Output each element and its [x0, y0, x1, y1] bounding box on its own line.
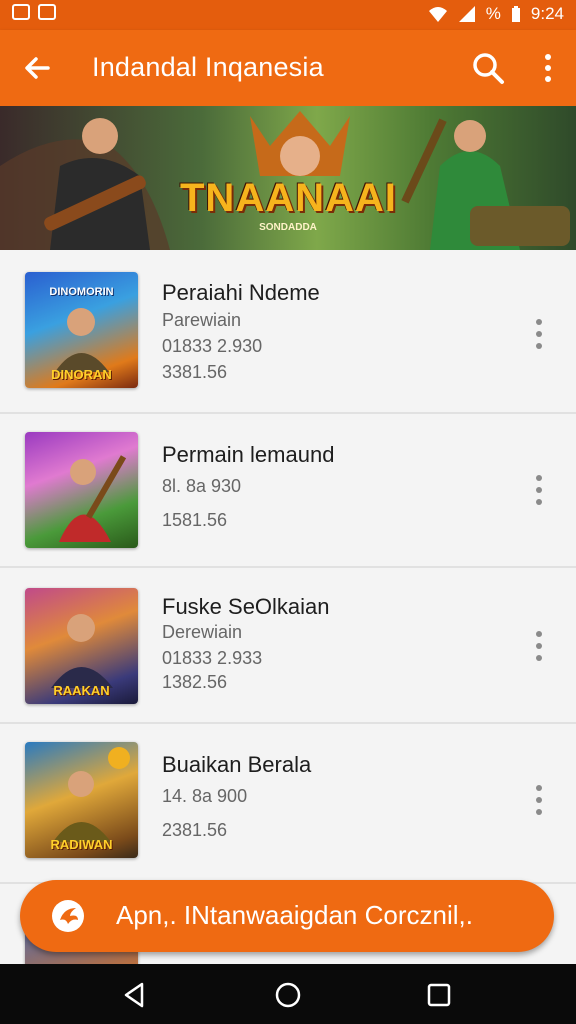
status-bar: % 9:24 [0, 0, 576, 30]
item-size: 1382.56 [162, 672, 228, 692]
more-vert-icon[interactable] [530, 48, 566, 88]
mail-icon [38, 4, 56, 20]
banner-logo: TNAANAAI [180, 176, 397, 220]
recents-square-icon[interactable] [424, 980, 454, 1010]
item-more-icon[interactable] [528, 472, 550, 508]
item-developer: Parewiain [162, 310, 242, 330]
item-title: Fuske SeOlkaian [162, 594, 330, 619]
item-meta: 01833 2.933 [162, 648, 263, 668]
app-logo-icon [52, 900, 84, 932]
list-item[interactable]: RADIWAN Buaikan Berala 14. 8a 900 2381.5… [0, 724, 576, 884]
battery-percent: % [485, 4, 501, 23]
item-meta: 01833 2.930 [162, 336, 263, 356]
item-more-icon[interactable] [528, 782, 550, 818]
wifi-icon [428, 7, 447, 22]
game-thumbnail: RADIWAN [25, 742, 138, 858]
notification-icon [12, 4, 30, 20]
item-size: 1581.56 [162, 510, 228, 530]
list-item[interactable]: RAAKAN Fuske SeOlkaian Derewiain 01833 2… [0, 568, 576, 724]
thumbnail-caption: RAAKAN [53, 683, 110, 698]
system-nav-bar [0, 964, 576, 1024]
item-developer: Derewiain [162, 622, 243, 642]
game-thumbnail: DINOMORIN DINORAN [25, 272, 138, 388]
search-icon[interactable] [468, 48, 508, 88]
item-size: 3381.56 [162, 362, 228, 382]
back-triangle-icon[interactable] [120, 980, 150, 1010]
battery-icon [511, 6, 520, 22]
game-thumbnail: RAAKAN [25, 588, 138, 704]
thumbnail-caption: DINORAN [51, 367, 112, 382]
thumbnail-caption: RADIWAN [50, 837, 113, 852]
home-circle-icon[interactable] [273, 980, 303, 1010]
install-app-button[interactable]: Apn,. INtanwaaigdan Corcznil,. [20, 880, 554, 952]
item-more-icon[interactable] [528, 316, 550, 352]
clock: 9:24 [530, 4, 564, 23]
install-app-label: Apn,. INtanwaaigdan Corcznil,. [116, 900, 473, 930]
page-title: Indandal Inqanesia [92, 52, 324, 82]
item-more-icon[interactable] [528, 628, 550, 664]
signal-icon [458, 6, 475, 22]
item-title: Permain lemaund [162, 442, 335, 467]
app-bar: Indandal Inqanesia [0, 30, 576, 106]
game-thumbnail [25, 432, 138, 548]
banner-subtitle: SONDADDA [259, 222, 317, 233]
list-item[interactable]: DINOMORIN DINORAN Peraiahi Ndeme Parewia… [0, 252, 576, 414]
featured-banner[interactable]: TNAANAAI SONDADDA [0, 106, 576, 250]
back-arrow-icon[interactable] [18, 48, 58, 88]
list-item[interactable]: Permain lemaund 8l. 8a 930 1581.56 [0, 414, 576, 568]
item-meta: 14. 8a 900 [162, 786, 248, 806]
item-size: 2381.56 [162, 820, 228, 840]
item-title: Buaikan Berala [162, 752, 312, 777]
item-title: Peraiahi Ndeme [162, 280, 320, 305]
item-meta: 8l. 8a 930 [162, 476, 242, 496]
character-art [59, 455, 127, 542]
